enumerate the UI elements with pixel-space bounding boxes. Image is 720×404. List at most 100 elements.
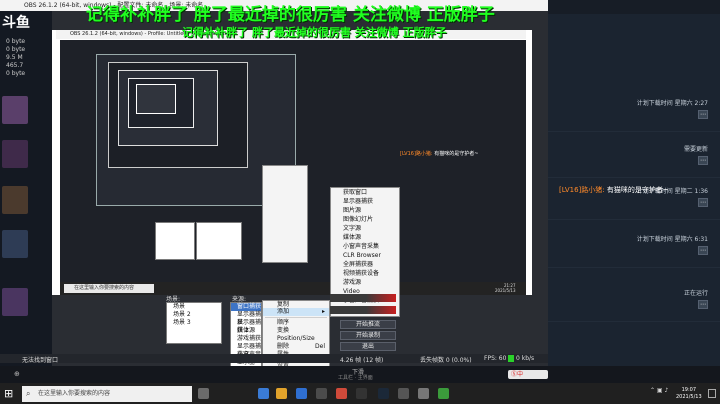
ime-mode: 中	[517, 371, 524, 378]
game-thumbnail[interactable]	[2, 140, 28, 168]
danmaku-user: [LV16]路小猪:	[400, 151, 433, 157]
app-icon[interactable]	[336, 388, 347, 399]
danmaku-user: [LV16]路小猪:	[559, 186, 605, 194]
inner-search-placeholder: 在这里输入你要搜索的内容	[74, 285, 135, 291]
app-icon[interactable]	[398, 388, 409, 399]
ime-toolbar[interactable]: Ⓢ中	[508, 370, 548, 379]
taskbar-clock[interactable]: 19:07 2021/5/13	[676, 387, 702, 401]
danmaku-text: 有猫咪的是守护者~	[434, 151, 479, 157]
source-item[interactable]: 媒体源	[231, 327, 261, 335]
menu-item-delete[interactable]: 删除 Del	[263, 343, 329, 351]
submenu-item[interactable]: 媒体源	[331, 233, 399, 242]
bottom-strip: ⊕ 下滑 工具栏 · 主界面 Ⓢ中	[0, 366, 720, 383]
scene-item[interactable]: 场景 2	[167, 311, 221, 319]
shortcut-label: Del	[315, 343, 325, 350]
steam-row-button[interactable]: ⋯	[698, 110, 708, 119]
menu-item-add[interactable]: 添加 ▸	[263, 308, 329, 316]
steam-row[interactable]: 计划下载时间 星期六 6:31 ⋯	[548, 228, 720, 268]
source-item[interactable]: 显示器捕获 3	[231, 343, 261, 358]
scene-item[interactable]: 场景	[167, 303, 221, 311]
bottom-center-sub: 工具栏 · 主界面	[338, 375, 373, 381]
submenu-item[interactable]: 文字源	[331, 224, 399, 233]
submenu-item[interactable]: 视频捕获设备	[331, 269, 399, 278]
task-view-icon[interactable]	[198, 388, 209, 399]
menu-item-label: 添加	[277, 308, 290, 315]
submenu-item[interactable]: CLR Browser	[331, 251, 399, 260]
menu-item-position-size[interactable]: Position/Size	[263, 335, 329, 343]
menu-separator	[265, 317, 327, 318]
watermark-top: 记得补补胖了 胖了最近掉的很厉害 关注微博 正版胖子	[86, 5, 495, 25]
submenu-item[interactable]: 显示器捕获	[331, 197, 399, 206]
submenu-item[interactable]: 游戏源	[331, 278, 399, 287]
clock-time: 19:07	[681, 387, 697, 393]
inner-scene-list	[155, 222, 195, 260]
submenu-item[interactable]: 全屏捕获器	[331, 260, 399, 269]
stats-column: 0 byte 0 byte 9.5 M 465.7 0 byte	[6, 38, 25, 78]
watermark-mid: 记得补补胖了 胖了最近掉的很厉害 关注微博 正版胖子	[182, 26, 447, 39]
add-icon[interactable]: ⊕	[14, 370, 20, 378]
steam-row-button[interactable]: ⋯	[698, 198, 708, 207]
download-time: 计划下载时间 星期六 6:31	[636, 236, 708, 243]
source-item[interactable]: 显示器捕获	[231, 311, 261, 326]
game-thumbnail[interactable]	[2, 96, 28, 124]
status-dropped: 丢失帧数 0 (0.0%)	[420, 357, 472, 364]
stat-value: 0 byte	[6, 46, 26, 53]
stat-value: 0 byte	[6, 70, 26, 77]
app-icon[interactable]	[418, 388, 429, 399]
folder-icon[interactable]	[276, 388, 287, 399]
status-indicator	[508, 355, 514, 362]
start-stream-button[interactable]: 开始推流	[340, 320, 396, 329]
danmaku-text: 有猫咪的是守护者~	[606, 186, 669, 194]
steam-icon[interactable]	[378, 388, 389, 399]
source-item[interactable]: 游戏捕获	[231, 335, 261, 343]
update-status: 需要更新	[683, 146, 708, 153]
stat-value: 0 byte	[6, 38, 26, 45]
steam-header	[548, 0, 720, 14]
game-thumbnail[interactable]	[2, 288, 28, 316]
app-icon[interactable]	[438, 388, 449, 399]
tray-icons[interactable]: ⌃ ▣ ♪	[650, 387, 668, 394]
edge-icon[interactable]	[296, 388, 307, 399]
status-fps: FPS: 60	[484, 355, 507, 362]
source-item[interactable]: 显示器捕获 2	[231, 319, 261, 334]
nested-capture	[136, 84, 176, 114]
inner-date: 2021/5/13	[495, 288, 516, 293]
steam-row[interactable]: 需要更新 ⋯	[548, 138, 720, 178]
steam-row[interactable]: 正在运行 ⋯	[548, 282, 720, 322]
steam-row-button[interactable]: ⋯	[698, 246, 708, 255]
menu-item-transform[interactable]: 变换	[263, 327, 329, 335]
exit-button[interactable]: 退出	[340, 342, 396, 351]
source-item[interactable]: 窗口捕获	[231, 303, 261, 311]
inner-source-list	[196, 222, 242, 260]
notification-icon[interactable]	[708, 389, 716, 398]
scene-item[interactable]: 场景 3	[167, 319, 221, 327]
status-left-text: 无法找到窗口	[22, 357, 59, 364]
game-thumbnail[interactable]	[2, 186, 28, 214]
inner-context-menu	[262, 165, 308, 263]
steam-row-button[interactable]: ⋯	[698, 156, 708, 165]
obs-icon[interactable]	[356, 388, 367, 399]
steam-row-button[interactable]: ⋯	[698, 300, 708, 309]
submenu-item[interactable]: 图片源	[331, 206, 399, 215]
submenu-arrow-icon: ▸	[321, 308, 325, 315]
explorer-icon[interactable]	[258, 388, 269, 399]
run-status: 正在运行	[683, 290, 708, 297]
app-icon[interactable]	[316, 388, 327, 399]
menu-item-order[interactable]: 顺序	[263, 319, 329, 327]
submenu-item[interactable]: 获取窗口	[331, 188, 399, 197]
inner-search-box[interactable]: 在这里输入你要搜索的内容	[64, 284, 154, 293]
taskbar-search-box[interactable]: ⌕ 在这里输入你要搜索的内容	[22, 386, 192, 402]
douyu-logo: 斗鱼	[2, 15, 30, 31]
search-icon: ⌕	[26, 389, 31, 398]
menu-item-copy[interactable]: 复制	[263, 301, 329, 308]
start-record-button[interactable]: 开始录制	[340, 331, 396, 340]
status-cpu: 4.26 帧 (12 帧)	[340, 357, 384, 364]
steam-row[interactable]: 计划下载时间 星期六 2:27 ⋯	[548, 92, 720, 132]
stat-value: 9.5 M	[6, 54, 23, 61]
screen: 斗鱼 0 byte 0 byte 9.5 M 465.7 0 byte OBS …	[0, 0, 720, 404]
game-thumbnail[interactable]	[2, 230, 28, 258]
submenu-item[interactable]: 图像幻灯片	[331, 215, 399, 224]
audio-meter	[330, 294, 396, 302]
submenu-item[interactable]: 小窗声音采集	[331, 242, 399, 251]
windows-start-icon[interactable]: ⊞	[4, 387, 13, 400]
